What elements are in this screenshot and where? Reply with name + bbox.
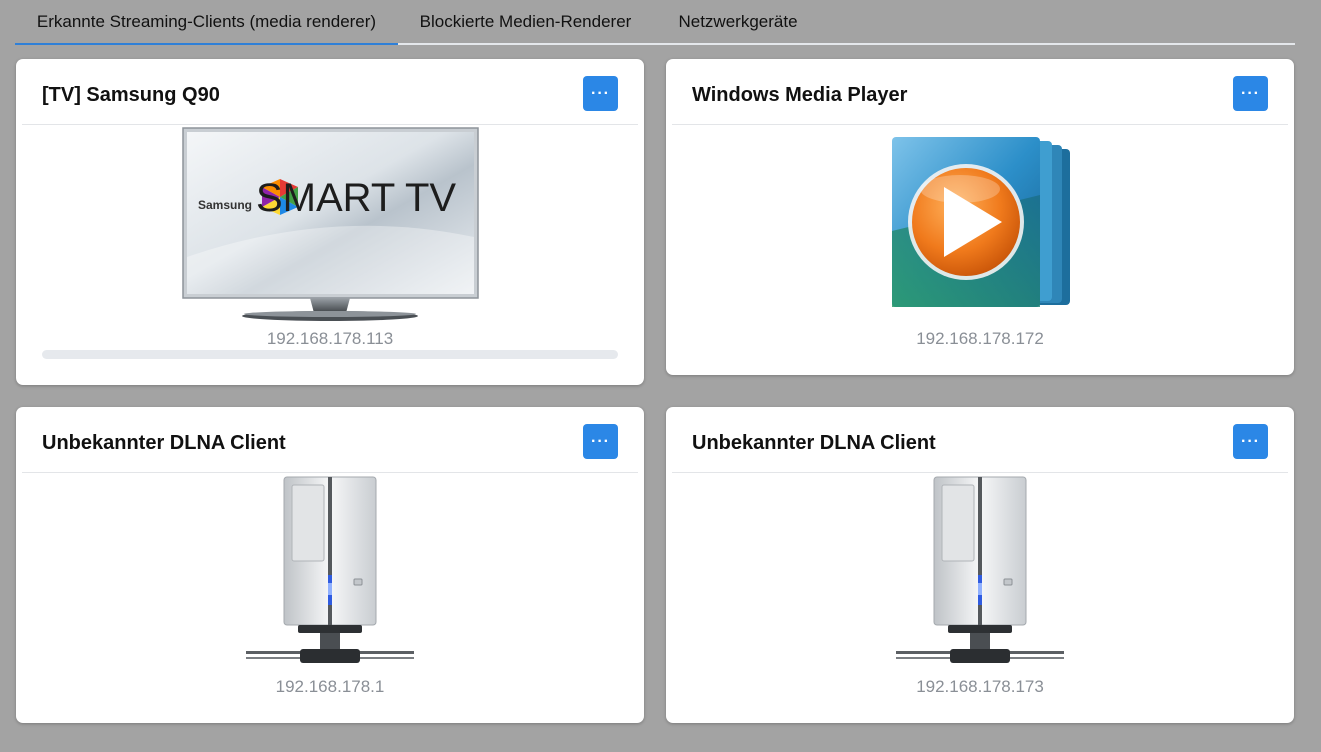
progress-bar	[42, 350, 618, 359]
media-player-icon	[892, 137, 1070, 307]
card-header: Unbekannter DLNA Client ···	[672, 407, 1288, 473]
card-header: [TV] Samsung Q90 ···	[22, 59, 638, 125]
tv-logo-text: SMART TV	[256, 176, 456, 220]
card-title: Unbekannter DLNA Client	[42, 432, 286, 454]
more-options-button[interactable]: ···	[583, 76, 618, 111]
server-tower-icon	[246, 476, 414, 663]
smart-tv-icon: Samsung SMART TV	[182, 127, 479, 321]
card-title: Windows Media Player	[692, 84, 908, 106]
server-tower-icon	[896, 476, 1064, 663]
more-options-button[interactable]: ···	[1233, 76, 1268, 111]
card-header: Unbekannter DLNA Client ···	[22, 407, 638, 473]
client-card-samsung-tv: [TV] Samsung Q90 ··· Samsung SMART TV 19…	[16, 59, 644, 385]
ip-address: 192.168.178.172	[916, 329, 1044, 348]
ip-address: 192.168.178.113	[266, 329, 394, 348]
card-title: [TV] Samsung Q90	[42, 84, 220, 106]
tab-network-devices[interactable]: Netzwerkgeräte	[658, 0, 818, 45]
tab-blocked-renderers[interactable]: Blockierte Medien-Renderer	[403, 0, 648, 45]
tab-bar: Erkannte Streaming-Clients (media render…	[15, 0, 1295, 45]
client-card-windows-media-player: Windows Media Player ··· 192.168.178.172	[666, 59, 1294, 375]
more-options-button[interactable]: ···	[1233, 424, 1268, 459]
card-header: Windows Media Player ···	[672, 59, 1288, 125]
card-title: Unbekannter DLNA Client	[692, 432, 936, 454]
tv-brand-text: Samsung	[198, 198, 252, 212]
more-options-button[interactable]: ···	[583, 424, 618, 459]
ip-address: 192.168.178.1	[275, 677, 385, 696]
client-card-dlna-client: Unbekannter DLNA Client ··· 192.168.178.…	[16, 407, 644, 723]
tab-detected-clients[interactable]: Erkannte Streaming-Clients (media render…	[15, 0, 398, 45]
ip-address: 192.168.178.173	[916, 677, 1044, 696]
client-card-dlna-client: Unbekannter DLNA Client ··· 192.168.178.…	[666, 407, 1294, 723]
